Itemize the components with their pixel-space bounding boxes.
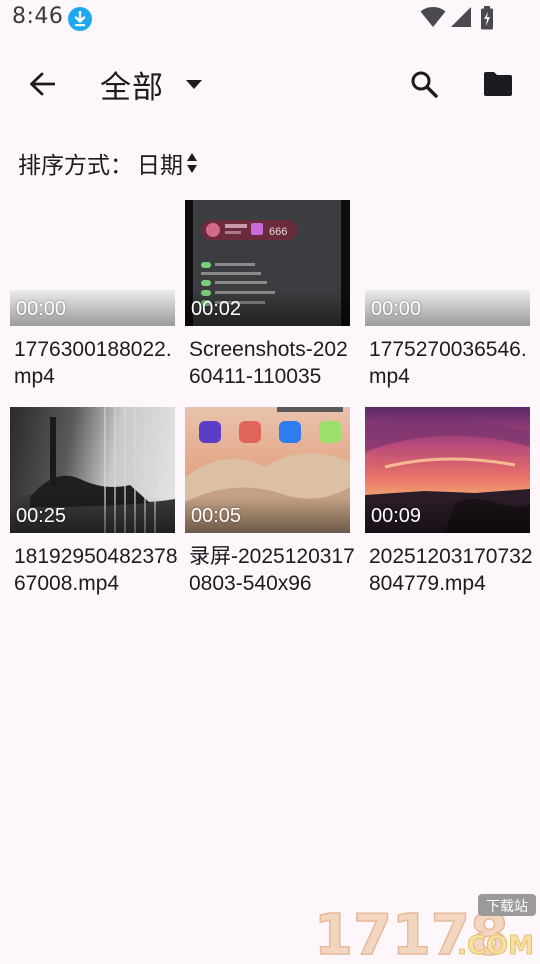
sort-label: 排序方式： <box>18 153 133 179</box>
video-thumbnail: 00:05 <box>185 407 350 533</box>
video-filename: 20251203170732804779.mp4 <box>369 545 533 595</box>
video-thumbnail: 00:00 <box>10 200 175 326</box>
app-bar: 全部 <box>0 46 540 122</box>
video-duration: 00:25 <box>16 505 67 527</box>
status-bar: 8:46 <box>0 0 540 40</box>
download-notification-icon <box>68 7 92 31</box>
video-filename: 1776300188022.mp4 <box>14 338 172 388</box>
battery-icon <box>481 6 493 30</box>
video-item[interactable]: 666 00:02 Screenshots-20260411-110035 <box>185 200 350 390</box>
wifi-icon <box>420 7 446 27</box>
back-arrow-icon <box>30 72 55 96</box>
video-thumbnail: 666 00:02 <box>185 200 350 326</box>
svg-text:下载站: 下载站 <box>486 899 528 915</box>
video-filename: 录屏-20251203170803-540x96 <box>189 545 355 595</box>
video-duration: 00:09 <box>371 505 422 527</box>
video-item[interactable]: 00:00 1776300188022.mp4 <box>10 200 175 390</box>
video-filename: Screenshots-20260411-110035 <box>189 338 348 388</box>
svg-text:.COM: .COM <box>457 931 534 960</box>
sort-value: 日期 <box>137 153 183 179</box>
sort-order-icon <box>186 152 198 174</box>
video-thumbnail: 00:00 <box>365 200 530 326</box>
signal-icon <box>451 7 471 27</box>
category-dropdown[interactable]: 全部 <box>100 62 202 106</box>
page-title: 全部 <box>100 69 164 106</box>
dropdown-arrow-icon <box>186 79 202 89</box>
video-filename: 1775270036546.mp4 <box>369 338 527 388</box>
status-icons <box>420 6 502 30</box>
video-item[interactable]: 00:09 20251203170732804779.mp4 <box>365 407 533 597</box>
sort-selector[interactable]: 排序方式： 日期 <box>18 146 198 180</box>
video-item[interactable]: 00:25 1819295048237867008.mp4 <box>10 407 178 597</box>
likes-count: 666 <box>269 226 287 238</box>
video-item[interactable]: 00:05 录屏-20251203170803-540x96 <box>185 407 355 597</box>
video-duration: 00:00 <box>371 298 422 320</box>
video-duration: 00:02 <box>191 298 242 320</box>
video-filename: 1819295048237867008.mp4 <box>14 545 178 595</box>
status-time: 8:46 <box>12 4 64 29</box>
site-watermark-logo: 17178 下载站 .COM <box>312 890 538 964</box>
video-thumbnail: 00:25 <box>10 407 175 533</box>
folder-icon <box>484 72 512 96</box>
folder-button[interactable] <box>476 62 520 106</box>
video-item[interactable]: 00:00 1775270036546.mp4 <box>365 200 530 390</box>
search-icon <box>411 71 438 98</box>
back-button[interactable] <box>20 62 64 106</box>
search-button[interactable] <box>402 62 446 106</box>
video-thumbnail: 00:09 <box>365 407 530 533</box>
video-duration: 00:00 <box>16 298 67 320</box>
video-duration: 00:05 <box>191 505 242 527</box>
